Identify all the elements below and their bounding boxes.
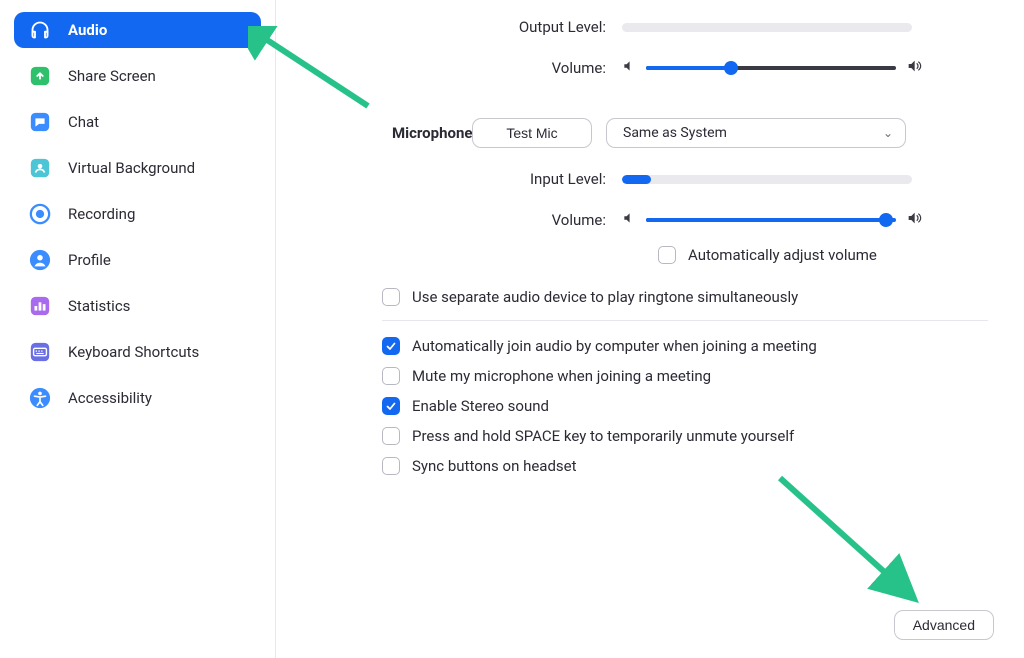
output-level-label: Output Level: bbox=[292, 18, 622, 36]
speaker-low-icon bbox=[622, 211, 636, 229]
sidebar-item-label: Keyboard Shortcuts bbox=[68, 343, 199, 361]
option-label: Sync buttons on headset bbox=[412, 457, 577, 475]
option-label: Automatically join audio by computer whe… bbox=[412, 337, 817, 355]
sidebar-item-profile[interactable]: Profile bbox=[14, 242, 261, 278]
virtual-background-icon bbox=[28, 156, 52, 180]
keyboard-icon bbox=[28, 340, 52, 364]
options-divider bbox=[382, 320, 988, 321]
sidebar-item-label: Share Screen bbox=[68, 67, 156, 85]
sidebar-item-label: Audio bbox=[68, 21, 107, 39]
option-checkbox-3[interactable] bbox=[382, 427, 400, 445]
accessibility-icon bbox=[28, 386, 52, 410]
chat-icon bbox=[28, 110, 52, 134]
sidebar-item-statistics[interactable]: Statistics bbox=[14, 288, 261, 324]
option-checkbox-2[interactable] bbox=[382, 397, 400, 415]
sidebar-item-share-screen[interactable]: Share Screen bbox=[14, 58, 261, 94]
input-level-label: Input Level: bbox=[292, 170, 622, 188]
option-label: Press and hold SPACE key to temporarily … bbox=[412, 427, 794, 445]
option-label: Mute my microphone when joining a meetin… bbox=[412, 367, 711, 385]
settings-sidebar: Audio Share Screen Chat Virtual Backgrou… bbox=[0, 0, 276, 658]
speaker-low-icon bbox=[622, 59, 636, 77]
speaker-high-icon bbox=[906, 58, 922, 78]
microphone-section-label: Microphone bbox=[292, 124, 472, 142]
option-checkbox-4[interactable] bbox=[382, 457, 400, 475]
microphone-device-select[interactable]: Same as System ⌄ bbox=[606, 118, 906, 148]
speaker-high-icon bbox=[906, 210, 922, 230]
audio-settings-panel: Output Level: Volume: Microphone Test Mi… bbox=[276, 0, 1024, 658]
sidebar-item-keyboard-shortcuts[interactable]: Keyboard Shortcuts bbox=[14, 334, 261, 370]
share-screen-icon bbox=[28, 64, 52, 88]
sidebar-item-chat[interactable]: Chat bbox=[14, 104, 261, 140]
separate-ringtone-device-label: Use separate audio device to play ringto… bbox=[412, 288, 798, 306]
input-level-meter bbox=[622, 175, 912, 184]
sidebar-item-audio[interactable]: Audio bbox=[14, 12, 261, 48]
output-level-meter bbox=[622, 23, 912, 32]
speaker-volume-label: Volume: bbox=[292, 59, 622, 77]
speaker-volume-slider[interactable] bbox=[646, 59, 896, 77]
auto-adjust-volume-label: Automatically adjust volume bbox=[688, 246, 877, 264]
sidebar-item-label: Recording bbox=[68, 205, 135, 223]
test-mic-button[interactable]: Test Mic bbox=[472, 118, 592, 148]
microphone-device-selected: Same as System bbox=[623, 125, 727, 141]
profile-icon bbox=[28, 248, 52, 272]
chevron-down-icon: ⌄ bbox=[883, 126, 893, 140]
option-checkbox-1[interactable] bbox=[382, 367, 400, 385]
recording-icon bbox=[28, 202, 52, 226]
sidebar-item-label: Profile bbox=[68, 251, 111, 269]
sidebar-item-label: Accessibility bbox=[68, 389, 152, 407]
sidebar-item-virtual-background[interactable]: Virtual Background bbox=[14, 150, 261, 186]
mic-volume-label: Volume: bbox=[292, 211, 622, 229]
option-label: Enable Stereo sound bbox=[412, 397, 549, 415]
headphones-icon bbox=[28, 18, 52, 42]
sidebar-item-label: Statistics bbox=[68, 297, 130, 315]
advanced-button[interactable]: Advanced bbox=[894, 610, 994, 640]
auto-adjust-volume-checkbox[interactable] bbox=[658, 246, 676, 264]
sidebar-item-accessibility[interactable]: Accessibility bbox=[14, 380, 261, 416]
sidebar-item-label: Virtual Background bbox=[68, 159, 195, 177]
sidebar-item-label: Chat bbox=[68, 113, 99, 131]
sidebar-item-recording[interactable]: Recording bbox=[14, 196, 261, 232]
option-checkbox-0[interactable] bbox=[382, 337, 400, 355]
statistics-icon bbox=[28, 294, 52, 318]
mic-volume-slider[interactable] bbox=[646, 211, 896, 229]
separate-ringtone-device-checkbox[interactable] bbox=[382, 288, 400, 306]
